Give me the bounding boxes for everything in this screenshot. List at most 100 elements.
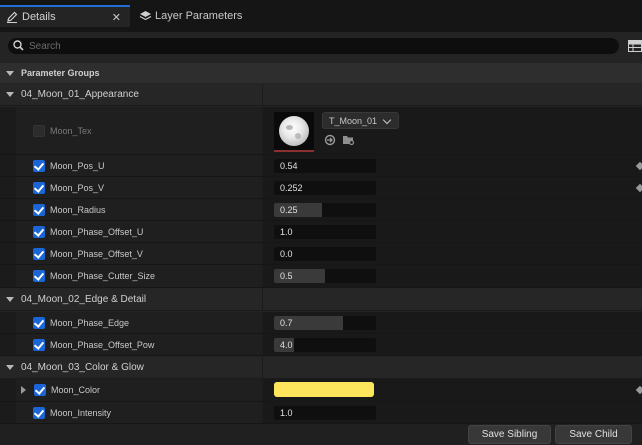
moon-phase-offset-pow-checkbox[interactable] xyxy=(33,338,45,351)
moon-pos-u-label: Moon_Pos_U xyxy=(50,160,105,171)
moon-radius-checkbox[interactable] xyxy=(33,203,45,216)
texture-thumbnail[interactable] xyxy=(274,112,314,152)
param-value-cell: 0.25 xyxy=(263,199,642,220)
group-color-glow[interactable]: 04_Moon_03_Color & Glow xyxy=(0,357,642,379)
moon-texture-image xyxy=(279,116,309,146)
group-appearance[interactable]: 04_Moon_01_Appearance xyxy=(0,84,642,106)
row-gutter xyxy=(0,199,16,220)
parameter-groups-header[interactable]: Parameter Groups xyxy=(0,63,642,83)
column-divider xyxy=(262,289,263,311)
column-divider xyxy=(262,357,263,379)
param-value-cell: T_Moon_01 xyxy=(263,107,642,154)
pencil-icon xyxy=(5,10,19,24)
collapse-arrow-icon xyxy=(6,92,14,97)
moon-intensity-checkbox[interactable] xyxy=(33,406,45,419)
search-icon xyxy=(13,39,24,53)
group-edge-detail-label: 04_Moon_02_Edge & Detail xyxy=(21,294,147,305)
moon-pos-v-checkbox[interactable] xyxy=(33,181,45,194)
param-row-moon-pos-v: Moon_Pos_V 0.252 xyxy=(0,177,642,199)
layers-icon xyxy=(138,9,152,23)
collapse-arrow-icon xyxy=(6,365,14,370)
browse-folder-icon[interactable] xyxy=(342,134,355,146)
row-gutter xyxy=(0,177,16,198)
moon-radius-slider[interactable]: 0.25 xyxy=(274,203,376,217)
reset-diamond-icon[interactable] xyxy=(635,161,642,171)
moon-color-label: Moon_Color xyxy=(51,385,101,395)
param-row-moon-tex: Moon_Tex T_Moon_01 xyxy=(0,107,642,155)
reset-diamond-icon[interactable] xyxy=(635,385,642,395)
moon-phase-offset-v-input[interactable]: 0.0 xyxy=(274,247,376,261)
moon-pos-u-checkbox[interactable] xyxy=(33,159,45,172)
moon-color-swatch[interactable] xyxy=(274,382,374,397)
close-icon[interactable]: ✕ xyxy=(112,11,121,24)
param-value-cell: 0.7 xyxy=(263,312,642,333)
param-value-cell: 0.5 xyxy=(263,265,642,287)
texture-asset-dropdown[interactable]: T_Moon_01 xyxy=(322,112,399,129)
row-gutter xyxy=(0,402,16,423)
save-sibling-button[interactable]: Save Sibling xyxy=(468,425,551,444)
moon-phase-edge-slider[interactable]: 0.7 xyxy=(274,316,376,330)
tab-bar: Details ✕ Layer Parameters xyxy=(0,0,642,32)
search-box[interactable] xyxy=(8,38,619,54)
moon-phase-edge-label: Moon_Phase_Edge xyxy=(50,317,130,328)
param-label-cell: Moon_Phase_Offset_Pow xyxy=(16,334,262,355)
moon-phase-offset-u-input[interactable]: 1.0 xyxy=(274,225,376,239)
moon-pos-v-label: Moon_Pos_V xyxy=(50,182,105,193)
tab-details[interactable]: Details ✕ xyxy=(0,5,130,27)
param-label-cell: Moon_Radius xyxy=(16,199,262,220)
moon-phase-offset-v-value: 0.0 xyxy=(280,249,293,259)
param-row-moon-phase-offset-pow: Moon_Phase_Offset_Pow 4.0 xyxy=(0,334,642,356)
moon-tex-checkbox[interactable] xyxy=(33,124,45,137)
param-label-cell: Moon_Color xyxy=(16,379,262,401)
use-selected-icon[interactable] xyxy=(324,134,336,146)
expand-arrow-icon[interactable] xyxy=(21,386,26,394)
row-gutter xyxy=(0,379,16,401)
chevron-down-icon xyxy=(382,115,392,125)
moon-phase-offset-v-checkbox[interactable] xyxy=(33,247,45,260)
moon-phase-offset-pow-label: Moon_Phase_Offset_Pow xyxy=(50,339,155,350)
collapse-arrow-icon xyxy=(6,297,14,302)
param-label-cell: Moon_Phase_Offset_V xyxy=(16,243,262,264)
tab-layer-parameters-label: Layer Parameters xyxy=(155,10,243,22)
row-gutter xyxy=(0,312,16,333)
param-value-cell: 1.0 xyxy=(263,402,642,423)
moon-color-checkbox[interactable] xyxy=(34,384,46,396)
row-gutter xyxy=(0,334,16,355)
param-label-cell: Moon_Phase_Edge xyxy=(16,312,262,333)
param-row-moon-intensity: Moon_Intensity 1.0 xyxy=(0,402,642,424)
asset-actions xyxy=(324,134,355,146)
tab-layer-parameters[interactable]: Layer Parameters xyxy=(133,5,263,27)
group-appearance-label: 04_Moon_01_Appearance xyxy=(21,89,139,100)
moon-phase-cutter-size-label: Moon_Phase_Cutter_Size xyxy=(50,271,156,281)
table-view-icon[interactable] xyxy=(628,40,642,52)
moon-pos-u-input[interactable]: 0.54 xyxy=(274,159,376,173)
search-row xyxy=(0,32,642,60)
param-value-cell: 4.0 xyxy=(263,334,642,355)
group-color-glow-label: 04_Moon_03_Color & Glow xyxy=(21,362,144,373)
moon-tex-label: Moon_Tex xyxy=(50,125,92,136)
moon-intensity-input[interactable]: 1.0 xyxy=(274,406,376,420)
param-row-moon-phase-offset-v: Moon_Phase_Offset_V 0.0 xyxy=(0,243,642,265)
reset-diamond-icon[interactable] xyxy=(635,183,642,193)
moon-phase-offset-pow-slider[interactable]: 4.0 xyxy=(274,338,376,352)
moon-phase-cutter-size-slider[interactable]: 0.5 xyxy=(274,269,376,283)
search-input[interactable] xyxy=(29,40,589,52)
moon-phase-offset-v-label: Moon_Phase_Offset_V xyxy=(50,248,143,259)
bottom-bar: Save Sibling Save Child xyxy=(0,424,642,445)
moon-pos-v-input[interactable]: 0.252 xyxy=(274,181,376,195)
param-label-cell: Moon_Tex xyxy=(16,107,262,154)
moon-phase-cutter-size-checkbox[interactable] xyxy=(33,270,45,282)
param-value-cell: 0.0 xyxy=(263,243,642,264)
param-row-moon-pos-u: Moon_Pos_U 0.54 xyxy=(0,155,642,177)
param-label-cell: Moon_Pos_V xyxy=(16,177,262,198)
moon-phase-offset-u-checkbox[interactable] xyxy=(33,225,45,238)
param-row-moon-radius: Moon_Radius 0.25 xyxy=(0,199,642,221)
texture-asset-name: T_Moon_01 xyxy=(329,115,378,126)
save-child-button[interactable]: Save Child xyxy=(555,425,632,444)
parameter-groups-label: Parameter Groups xyxy=(21,68,100,78)
moon-pos-u-value: 0.54 xyxy=(280,161,298,171)
group-edge-detail[interactable]: 04_Moon_02_Edge & Detail xyxy=(0,289,642,311)
moon-phase-edge-checkbox[interactable] xyxy=(33,316,45,329)
param-row-moon-phase-edge: Moon_Phase_Edge 0.7 xyxy=(0,312,642,334)
param-label-cell: Moon_Phase_Offset_U xyxy=(16,221,262,242)
